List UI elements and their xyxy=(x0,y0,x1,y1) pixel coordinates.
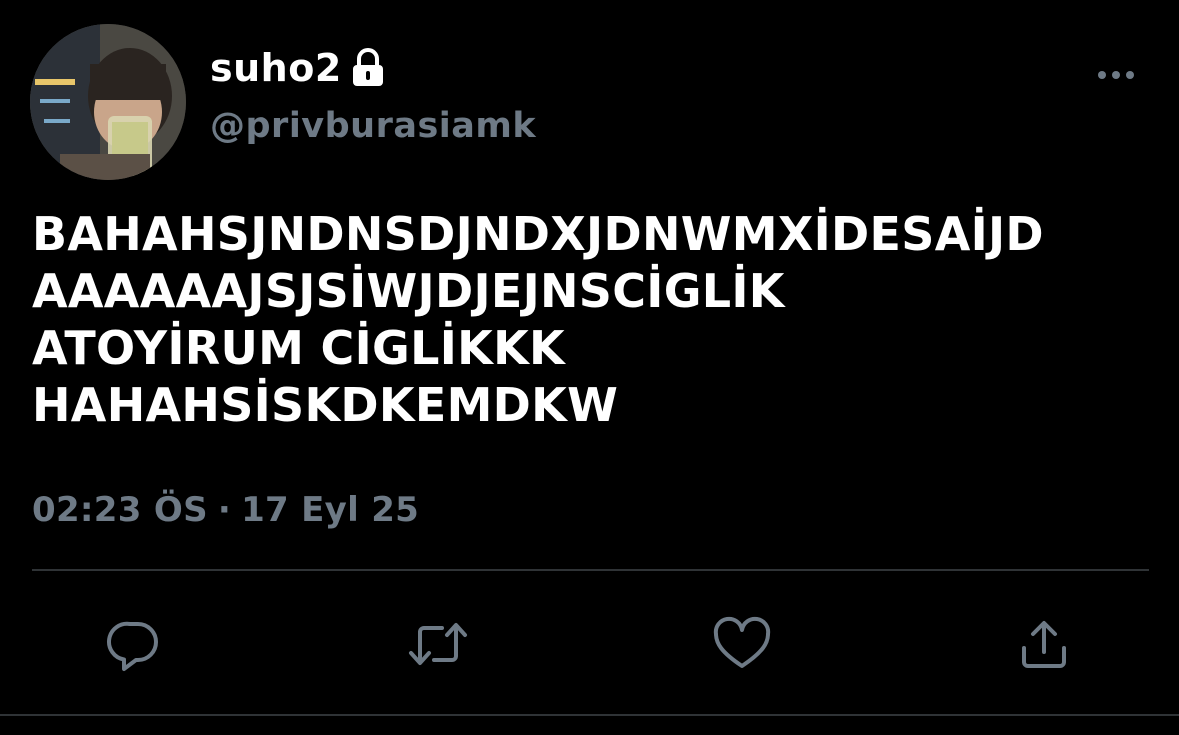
avatar-photo xyxy=(30,24,186,180)
heart-icon xyxy=(713,616,771,668)
lock-icon xyxy=(350,48,386,88)
display-name[interactable]: suho2 xyxy=(210,46,342,90)
reply-button[interactable] xyxy=(104,614,164,674)
tweet-date: 17 Eyl 25 xyxy=(241,490,420,530)
retweet-button[interactable] xyxy=(408,614,468,674)
tweet-timestamp[interactable]: 02:23 ÖS · 17 Eyl 25 xyxy=(32,490,419,530)
meta-separator: · xyxy=(217,490,232,530)
bottom-divider xyxy=(0,714,1179,716)
tweet-text-line: AAAAAAJSJSİWJDJEJNSCİGLİK xyxy=(32,264,785,318)
share-icon xyxy=(1022,621,1066,668)
reply-icon xyxy=(107,621,158,671)
share-button[interactable] xyxy=(1014,614,1074,674)
tweet-time: 02:23 ÖS xyxy=(32,490,208,530)
user-handle[interactable]: @privburasiamk xyxy=(210,106,536,146)
tweet-text: BAHAHSJNDNSDJNDXJDNWMXİDESAİJD AAAAAAJSJ… xyxy=(32,206,1167,434)
retweet-icon xyxy=(409,623,467,665)
tweet-text-line: HAHAHSİSKDKEMDKW xyxy=(32,378,619,432)
like-button[interactable] xyxy=(712,614,772,674)
avatar[interactable] xyxy=(30,24,186,180)
tweet-text-line: ATOYİRUM CİGLİKKK xyxy=(32,321,565,375)
tweet-text-line: BAHAHSJNDNSDJNDXJDNWMXİDESAİJD xyxy=(32,207,1044,261)
divider xyxy=(32,569,1149,571)
display-name-row: suho2 xyxy=(210,40,386,96)
more-icon[interactable] xyxy=(1092,60,1140,90)
